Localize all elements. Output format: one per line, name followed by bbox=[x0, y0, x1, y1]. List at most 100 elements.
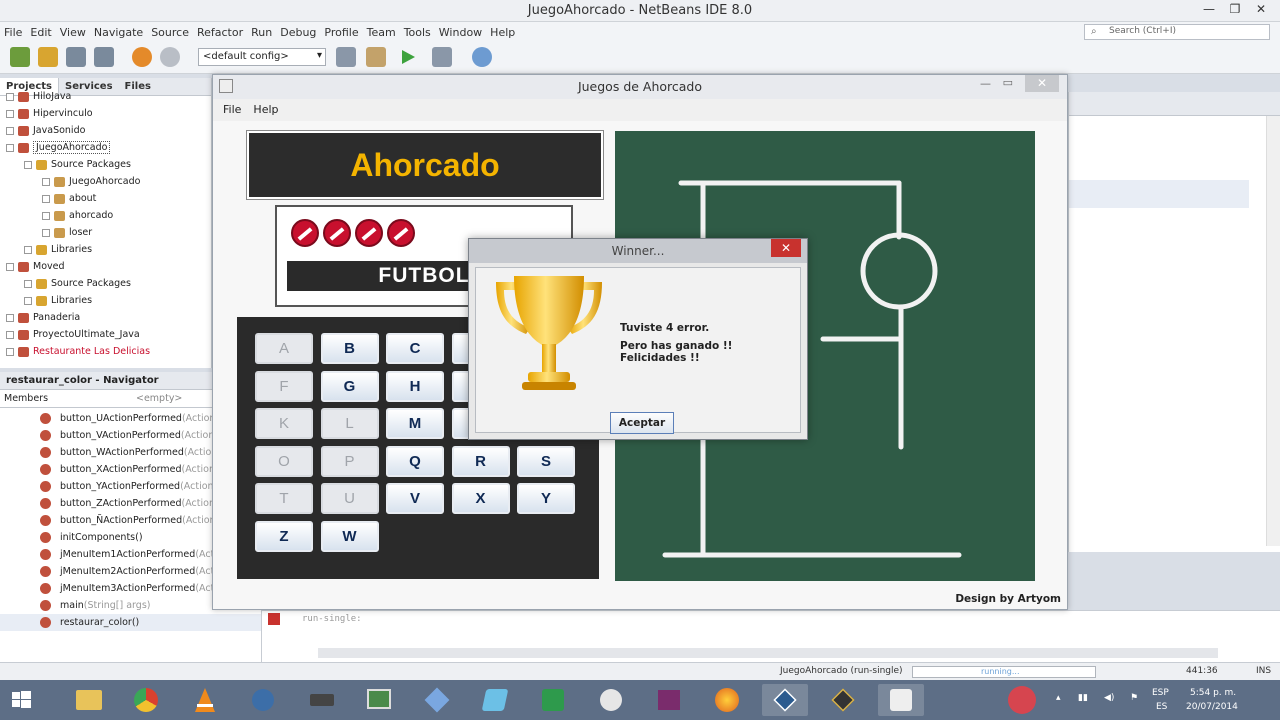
menu-team[interactable]: Team bbox=[363, 22, 400, 39]
key-button[interactable]: O bbox=[255, 445, 313, 477]
game-close-button[interactable]: ✕ bbox=[1025, 75, 1059, 92]
accept-button[interactable]: Aceptar bbox=[610, 412, 674, 434]
new-project-icon[interactable] bbox=[38, 47, 58, 67]
netbeans-icon[interactable] bbox=[762, 684, 808, 716]
expand-toggle-icon[interactable] bbox=[24, 296, 32, 305]
java-app-taskbar-icon[interactable] bbox=[878, 684, 924, 716]
sketch-icon[interactable] bbox=[472, 684, 518, 716]
key-button[interactable]: F bbox=[255, 370, 313, 402]
save-all-icon[interactable] bbox=[94, 47, 114, 67]
key-button[interactable]: B bbox=[320, 333, 379, 364]
members-select[interactable]: Members bbox=[4, 393, 122, 404]
minimize-button[interactable]: — bbox=[1196, 2, 1222, 18]
key-button[interactable]: L bbox=[320, 408, 379, 439]
navigator-item[interactable]: restaurar_color() bbox=[0, 614, 261, 631]
key-button[interactable]: H bbox=[386, 370, 444, 402]
tree-item[interactable]: JuegoAhorcado bbox=[0, 139, 211, 156]
menu-refactor[interactable]: Refactor bbox=[193, 22, 247, 39]
expand-toggle-icon[interactable] bbox=[24, 245, 32, 254]
tree-item[interactable]: JavaSonido bbox=[0, 122, 211, 139]
undo-icon[interactable] bbox=[132, 47, 152, 67]
profile-icon[interactable] bbox=[472, 47, 492, 67]
game-menu-help[interactable]: Help bbox=[251, 99, 288, 116]
tree-item[interactable]: HiloJava bbox=[0, 88, 211, 105]
volume-icon[interactable]: ◀) bbox=[1104, 693, 1114, 703]
tree-item[interactable]: about bbox=[0, 190, 211, 207]
key-button[interactable]: V bbox=[386, 483, 444, 514]
key-button[interactable]: R bbox=[451, 445, 510, 477]
inkscape-icon[interactable] bbox=[530, 684, 576, 716]
key-button[interactable]: X bbox=[451, 483, 510, 514]
tree-item[interactable]: Panaderia bbox=[0, 309, 211, 326]
key-button[interactable]: G bbox=[320, 370, 379, 402]
expand-toggle-icon[interactable] bbox=[6, 143, 14, 152]
menu-source[interactable]: Source bbox=[147, 22, 193, 39]
output-hscrollbar[interactable] bbox=[318, 648, 1218, 658]
menu-help[interactable]: Help bbox=[486, 22, 519, 39]
open-project-icon[interactable] bbox=[66, 47, 86, 67]
redo-icon[interactable] bbox=[160, 47, 180, 67]
vlc-icon[interactable] bbox=[182, 684, 228, 716]
chrome-icon[interactable] bbox=[124, 684, 170, 716]
clock-time[interactable]: 5:54 p. m. bbox=[1190, 688, 1236, 698]
maximize-button[interactable]: ❐ bbox=[1222, 2, 1248, 18]
menu-debug[interactable]: Debug bbox=[276, 22, 320, 39]
expand-toggle-icon[interactable] bbox=[6, 92, 14, 101]
winner-close-button[interactable]: ✕ bbox=[771, 239, 801, 257]
config-select[interactable]: <default config> ▾ bbox=[198, 48, 326, 66]
run-icon[interactable] bbox=[398, 47, 418, 67]
key-button[interactable]: Z bbox=[255, 520, 313, 552]
expand-toggle-icon[interactable] bbox=[6, 262, 14, 271]
tree-item[interactable]: Libraries bbox=[0, 292, 211, 309]
start-button[interactable] bbox=[0, 684, 44, 716]
empty-select[interactable]: <empty> bbox=[136, 393, 182, 404]
menu-run[interactable]: Run bbox=[247, 22, 276, 39]
language-code[interactable]: ESP bbox=[1152, 688, 1169, 698]
menu-tools[interactable]: Tools bbox=[400, 22, 435, 39]
winrar-icon[interactable] bbox=[646, 684, 692, 716]
game-menu-file[interactable]: File bbox=[213, 99, 251, 116]
expand-toggle-icon[interactable] bbox=[42, 177, 50, 186]
expand-toggle-icon[interactable] bbox=[6, 313, 14, 322]
tree-item[interactable]: ahorcado bbox=[0, 207, 211, 224]
network-icon[interactable]: ▮▮ bbox=[1078, 693, 1088, 703]
tree-item[interactable]: Source Packages bbox=[0, 156, 211, 173]
new-file-icon[interactable] bbox=[10, 47, 30, 67]
virtualbox-icon[interactable] bbox=[414, 684, 460, 716]
key-button[interactable]: Y bbox=[517, 483, 575, 514]
tree-item[interactable]: Restaurante Las Delicias bbox=[0, 343, 211, 360]
tray-chevron-icon[interactable]: ▴ bbox=[1056, 693, 1061, 703]
tree-item[interactable]: JuegoAhorcado bbox=[0, 173, 211, 190]
tree-item[interactable]: Hipervinculo bbox=[0, 105, 211, 122]
tree-item[interactable]: loser bbox=[0, 224, 211, 241]
photo-viewer-icon[interactable] bbox=[356, 684, 402, 716]
key-button[interactable]: Q bbox=[386, 445, 444, 477]
key-button[interactable]: U bbox=[320, 483, 379, 514]
build-icon[interactable] bbox=[336, 47, 356, 67]
expand-toggle-icon[interactable] bbox=[42, 228, 50, 237]
game-minimize-button[interactable]: — bbox=[980, 77, 991, 90]
menu-profile[interactable]: Profile bbox=[320, 22, 362, 39]
clean-build-icon[interactable] bbox=[366, 47, 386, 67]
tray-app-icon[interactable] bbox=[1008, 686, 1036, 714]
expand-toggle-icon[interactable] bbox=[6, 126, 14, 135]
file-explorer-icon[interactable] bbox=[66, 684, 112, 716]
pgadmin-icon[interactable] bbox=[240, 684, 286, 716]
netbeans-alt-icon[interactable] bbox=[820, 684, 866, 716]
tree-item[interactable]: ProyectoUltimate_Java bbox=[0, 326, 211, 343]
keyboard-layout[interactable]: ES bbox=[1156, 702, 1167, 712]
key-button[interactable]: T bbox=[255, 483, 313, 514]
clock-date[interactable]: 20/07/2014 bbox=[1186, 702, 1238, 712]
firefox-icon[interactable] bbox=[704, 684, 750, 716]
editor-scrollbar[interactable] bbox=[1266, 116, 1280, 546]
key-button[interactable]: W bbox=[320, 520, 379, 552]
menu-window[interactable]: Window bbox=[435, 22, 486, 39]
tree-item[interactable]: Source Packages bbox=[0, 275, 211, 292]
paint-icon[interactable] bbox=[588, 684, 634, 716]
key-button[interactable]: S bbox=[517, 445, 575, 477]
game-maximize-button[interactable]: ▭ bbox=[1003, 76, 1013, 89]
key-button[interactable]: P bbox=[320, 445, 379, 477]
expand-toggle-icon[interactable] bbox=[24, 279, 32, 288]
debug-icon[interactable] bbox=[432, 47, 452, 67]
menu-edit[interactable]: Edit bbox=[26, 22, 55, 39]
